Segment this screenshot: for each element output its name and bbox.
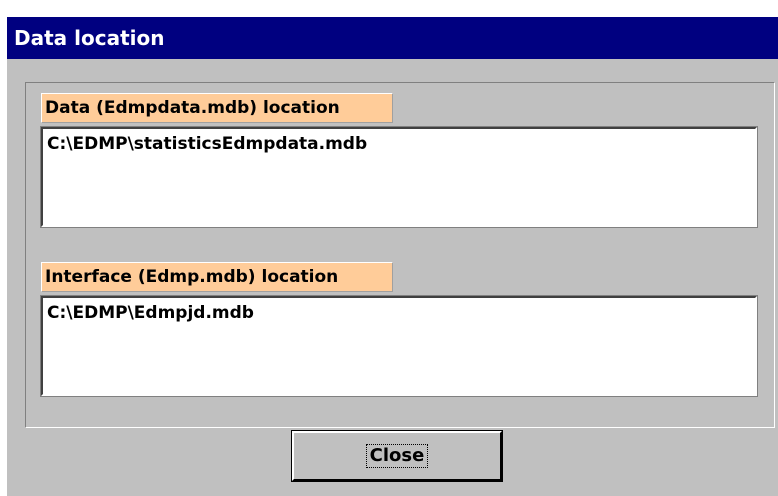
close-button[interactable]: Close	[292, 431, 502, 481]
interface-location-label: Interface (Edmp.mdb) location	[41, 262, 393, 292]
data-location-field[interactable]: C:\EDMP\statisticsEdmpdata.mdb	[40, 126, 758, 228]
window-title: Data location	[7, 17, 778, 59]
close-button-label: Close	[365, 444, 429, 468]
data-location-label: Data (Edmpdata.mdb) location	[41, 93, 393, 123]
data-location-dialog: Data location Data (Edmpdata.mdb) locati…	[7, 17, 778, 496]
interface-location-field[interactable]: C:\EDMP\Edmpjd.mdb	[40, 295, 758, 397]
